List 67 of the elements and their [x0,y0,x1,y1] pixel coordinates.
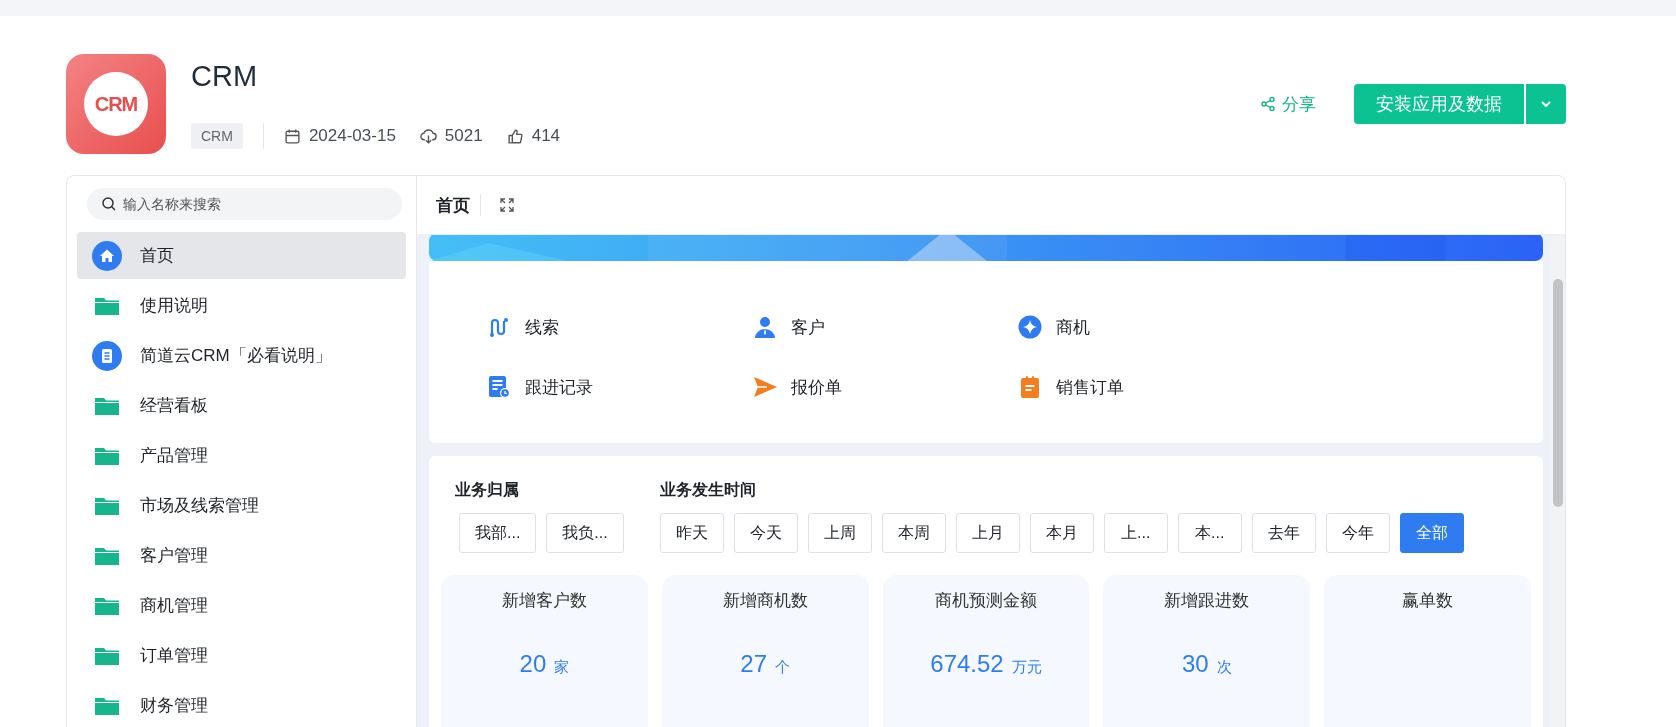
route-icon [487,315,511,339]
stat-unit: 次 [1216,658,1232,677]
sparkle-icon [1018,315,1042,339]
thumbs-up-icon [506,127,524,145]
fullscreen-icon[interactable] [499,197,515,213]
filter-option[interactable]: 今年 [1325,513,1390,553]
filter-option[interactable]: 上月 [955,513,1020,553]
app-title: CRM [191,60,259,93]
stat-value: 30 [1181,650,1209,678]
filter-label: 业务归属 [455,480,520,500]
home-icon [92,240,122,271]
stat-unit: 万元 [1011,658,1042,677]
stat-unit: 家 [554,658,570,677]
stat-title: 新增商机数 [722,590,808,612]
filter-option[interactable]: 今天 [733,513,798,553]
filter-label: 业务发生时间 [659,480,757,500]
shortcut-link[interactable]: 销售订单 [1018,373,1284,401]
filter-option[interactable]: 我负... [546,513,624,553]
home-tab[interactable]: 首页 [436,193,470,217]
filter-option[interactable]: 全部 [1399,513,1464,553]
sidebar-item[interactable]: 财务管理 [77,682,406,727]
stat-title: 新增客户数 [501,590,587,612]
sidebar-item[interactable]: 订单管理 [77,632,406,679]
person-icon [753,315,777,339]
sidebar-item[interactable]: 简道云CRM「必看说明」 [77,332,406,379]
stat-value: 674.52 [930,650,1004,678]
like-count: 414 [531,126,561,146]
sidebar-item[interactable]: 使用说明 [77,282,406,329]
sidebar-item[interactable]: 首页 [77,232,406,279]
shortcut-link[interactable]: 跟进记录 [487,373,753,401]
publish-date: 2024-03-15 [308,126,396,146]
filter-option[interactable]: 去年 [1251,513,1316,553]
category-tag: CRM [191,123,243,149]
sidebar-item[interactable]: 客户管理 [77,532,406,579]
shortcut-link[interactable]: 商机 [1018,313,1284,341]
shortcut-link[interactable]: 客户 [753,313,1018,341]
send-icon [753,375,777,399]
scrollbar-thumb[interactable] [1553,279,1563,507]
document-icon [92,340,122,371]
calendar-icon [283,127,301,145]
sidebar-item[interactable]: 商机管理 [77,582,406,629]
logo-text: CRM [84,72,148,136]
search-field[interactable]: 输入名称来搜索 [87,188,402,220]
sidebar-item[interactable]: 市场及线索管理 [77,482,406,529]
stat-title: 新增跟进数 [1164,590,1250,612]
stat-unit: 个 [775,658,791,677]
download-count: 5021 [444,126,483,146]
filter-option[interactable]: 本周 [881,513,946,553]
stat-value: 27 [740,650,768,678]
filter-option[interactable]: 上... [1103,513,1168,553]
filter-option[interactable]: 本... [1177,513,1242,553]
sidebar-item[interactable]: 经营看板 [77,382,406,429]
filter-option[interactable]: 本月 [1029,513,1094,553]
filter-option[interactable]: 上周 [807,513,872,553]
record-icon [487,375,511,399]
shortcut-link[interactable]: 报价单 [753,373,1018,401]
filter-option[interactable]: 我部... [459,513,537,553]
shortcut-link[interactable]: 线索 [487,313,753,341]
filter-option[interactable]: 昨天 [659,513,724,553]
clipboard-icon [1018,375,1042,399]
cloud-download-icon [419,127,437,145]
stat-title: 赢单数 [1402,590,1454,612]
stat-value: 20 [519,650,547,678]
share-icon [1260,96,1276,112]
stat-title: 商机预测金额 [935,590,1037,612]
sidebar-item[interactable]: 产品管理 [77,432,406,479]
dropdown-button[interactable] [1526,84,1566,124]
